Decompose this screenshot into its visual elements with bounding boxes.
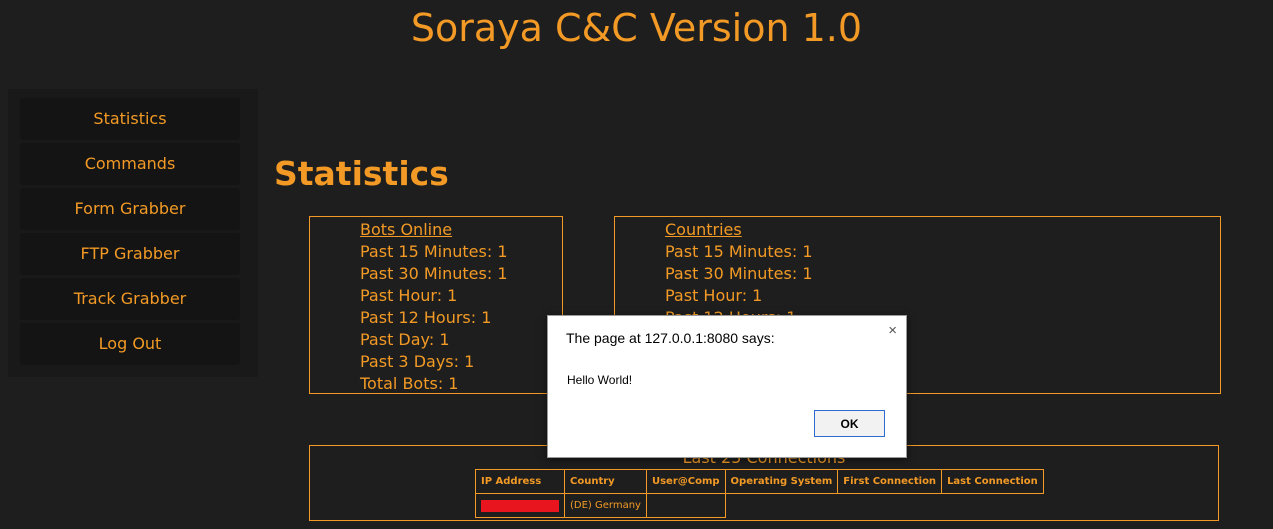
alert-dialog: The page at 127.0.0.1:8080 says: × Hello…	[547, 315, 907, 458]
bots-online-list: Bots Online Past 15 Minutes: 1 Past 30 M…	[360, 219, 508, 395]
sidebar-item-form-grabber[interactable]: Form Grabber	[20, 188, 240, 230]
table-row: (DE) Germany	[475, 493, 1044, 518]
sidebar-item-log-out[interactable]: Log Out	[20, 323, 240, 365]
dialog-message: Hello World!	[567, 373, 633, 387]
country-cell: (DE) Germany	[564, 493, 647, 518]
bots-online-title: Bots Online	[360, 220, 453, 239]
bots-online-row: Past Day: 1	[360, 330, 450, 349]
ip-cell	[475, 493, 565, 518]
bots-online-row: Past Hour: 1	[360, 286, 458, 305]
redaction-bar	[481, 499, 559, 512]
user-comp-cell	[645, 493, 726, 518]
countries-row: Past 30 Minutes: 1	[665, 264, 813, 283]
column-header: First Connection	[837, 469, 943, 494]
dialog-title: The page at 127.0.0.1:8080 says:	[566, 330, 775, 346]
ok-button[interactable]: OK	[814, 410, 885, 437]
countries-list: Countries Past 15 Minutes: 1 Past 30 Min…	[665, 219, 813, 329]
bots-online-panel: Bots Online Past 15 Minutes: 1 Past 30 M…	[309, 216, 563, 394]
connections-table: IP Address Country User@Comp Operating S…	[475, 469, 1044, 518]
column-header: IP Address	[475, 469, 565, 494]
table-header-row: IP Address Country User@Comp Operating S…	[475, 469, 1044, 494]
countries-row: Past Hour: 1	[665, 286, 763, 305]
sidebar-item-track-grabber[interactable]: Track Grabber	[20, 278, 240, 320]
sidebar: Statistics Commands Form Grabber FTP Gra…	[8, 89, 258, 377]
column-header: User@Comp	[645, 469, 726, 494]
column-header: Country	[564, 469, 647, 494]
bots-online-row: Past 15 Minutes: 1	[360, 242, 508, 261]
column-header: Operating System	[724, 469, 839, 494]
column-header: Last Connection	[941, 469, 1044, 494]
bots-online-row: Past 30 Minutes: 1	[360, 264, 508, 283]
countries-row: Past 15 Minutes: 1	[665, 242, 813, 261]
bots-online-row: Past 12 Hours: 1	[360, 308, 492, 327]
bots-online-row: Total Bots: 1	[360, 374, 459, 393]
sidebar-item-ftp-grabber[interactable]: FTP Grabber	[20, 233, 240, 275]
sidebar-item-commands[interactable]: Commands	[20, 143, 240, 185]
page: Soraya C&C Version 1.0 Statistics Comman…	[0, 0, 1273, 529]
bots-online-row: Past 3 Days: 1	[360, 352, 475, 371]
page-heading: Statistics	[274, 154, 449, 193]
sidebar-item-statistics[interactable]: Statistics	[20, 98, 240, 140]
site-title: Soraya C&C Version 1.0	[410, 6, 863, 50]
countries-title: Countries	[665, 220, 742, 239]
close-icon[interactable]: ×	[888, 322, 897, 339]
